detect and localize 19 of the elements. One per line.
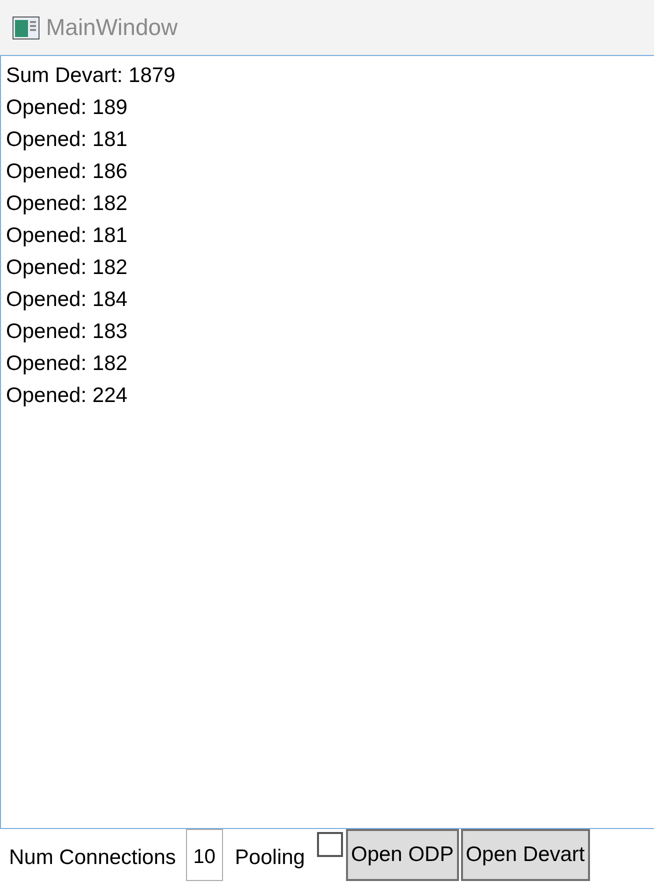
open-button[interactable]: Open ODP bbox=[346, 829, 459, 881]
window-icon bbox=[12, 16, 40, 40]
pooling-checkbox[interactable] bbox=[316, 832, 343, 857]
connections-field[interactable]: 10 bbox=[186, 829, 223, 881]
log-line: Opened: 224 bbox=[6, 383, 128, 409]
log-line: Opened: 189 bbox=[6, 95, 128, 121]
log-line: Opened: 181 bbox=[6, 223, 128, 249]
log-line: Opened: 183 bbox=[6, 319, 128, 345]
log-line: Opened: 186 bbox=[6, 159, 128, 185]
window-title: MainWindow bbox=[46, 14, 178, 41]
open-button[interactable]: Open Devart bbox=[460, 829, 590, 881]
pooling-label: Pooling bbox=[234, 845, 305, 870]
log-line: Opened: 182 bbox=[6, 351, 128, 377]
log-line: Opened: 182 bbox=[6, 191, 128, 217]
connections-label: Num Connections bbox=[9, 845, 176, 870]
log-line: Opened: 184 bbox=[6, 287, 128, 313]
log-line: Opened: 182 bbox=[6, 255, 128, 281]
log-line: Opened: 181 bbox=[6, 127, 128, 153]
log-line: Sum Devart: 1879 bbox=[6, 63, 176, 89]
